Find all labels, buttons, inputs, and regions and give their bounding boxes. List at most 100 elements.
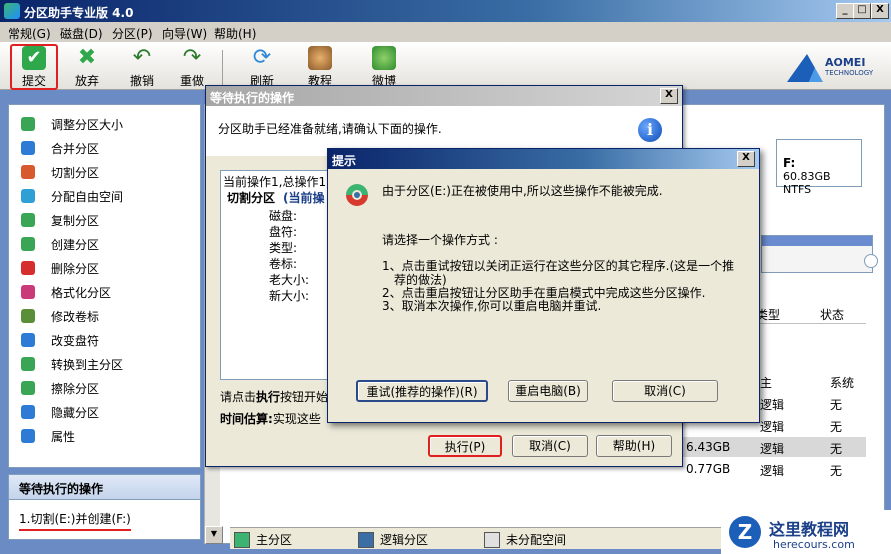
- aomei-logo: AOMEI TECHNOLOGY: [785, 50, 877, 84]
- sidebar-item[interactable]: 改变盘符: [17, 329, 197, 351]
- sidebar-item-label: 创建分区: [51, 238, 100, 252]
- sidebar-item[interactable]: 转换到主分区: [17, 353, 197, 375]
- disk-f-box[interactable]: F: 60.83GB NTFS: [776, 139, 862, 196]
- watermark: Z 这里教程网 herecours.com: [721, 510, 891, 554]
- sidebar-item[interactable]: 修改卷标: [17, 305, 197, 327]
- window-titlebar: 分区助手专业版 4.0 _ □ X: [0, 0, 891, 22]
- sidebar-item-label: 切割分区: [51, 166, 100, 180]
- discard-button[interactable]: ✖ 放弃: [65, 45, 109, 89]
- table-cell-size: 6.43GB: [686, 440, 731, 454]
- table-cell-type: 逻辑: [760, 442, 785, 456]
- logical-swatch: [358, 532, 374, 548]
- sidebar-item-icon: [21, 213, 35, 227]
- table-cell-status: 无: [830, 398, 843, 412]
- sidebar-item-icon: [21, 117, 35, 131]
- weibo-icon: [372, 46, 396, 70]
- menu-wizard[interactable]: 向导(W): [162, 25, 207, 42]
- table-cell-status: 无: [830, 442, 843, 456]
- toolbar: ✔ 提交 ✖ 放弃 ↶ 撤销 ↷ 重做 ⟳ 刷新 教程 微博 AOMEI TEC…: [0, 42, 891, 90]
- weibo-button[interactable]: 微博: [362, 46, 406, 88]
- table-cell-status: 无: [830, 464, 843, 478]
- tutorial-button[interactable]: 教程: [298, 46, 342, 88]
- menu-help[interactable]: 帮助(H): [214, 25, 256, 42]
- x-icon: ✖: [77, 45, 97, 70]
- dialog2-cancel-button[interactable]: 取消(C): [612, 380, 718, 402]
- checkmark-icon: ✔: [22, 46, 46, 70]
- op-field-label: 卷标:: [269, 257, 298, 271]
- sidebar-item[interactable]: 合并分区: [17, 137, 197, 159]
- reboot-button[interactable]: 重启电脑(B): [508, 380, 588, 402]
- sidebar-item-label: 隐藏分区: [51, 406, 100, 420]
- sidebar-item[interactable]: 删除分区: [17, 257, 197, 279]
- resize-handle[interactable]: [864, 254, 878, 268]
- toolbar-separator: [222, 50, 223, 86]
- dialog1-cancel-button[interactable]: 取消(C): [512, 435, 588, 457]
- op-field-label: 老大小:: [269, 273, 310, 287]
- sidebar-item-icon: [21, 309, 35, 323]
- dialog1-titlebar: 等待执行的操作 X: [206, 86, 682, 106]
- watermark-logo-icon: Z: [729, 516, 761, 548]
- sidebar-item[interactable]: 切割分区: [17, 161, 197, 183]
- sidebar-item[interactable]: 隐藏分区: [17, 401, 197, 423]
- menu-disk[interactable]: 磁盘(D): [60, 25, 103, 42]
- pending-item[interactable]: 1.切割(E:)并创建(F:): [19, 510, 131, 531]
- people-icon: [308, 46, 332, 70]
- refresh-button[interactable]: ⟳ 刷新: [240, 45, 284, 89]
- partition-warning-icon: [342, 181, 372, 209]
- sidebar-item-icon: [21, 141, 35, 155]
- scroll-down-arrow[interactable]: ▼: [205, 526, 223, 544]
- sidebar-item-label: 复制分区: [51, 214, 100, 228]
- sidebar-item[interactable]: 擦除分区: [17, 377, 197, 399]
- submit-button[interactable]: ✔ 提交: [10, 44, 58, 90]
- sidebar-item[interactable]: 创建分区: [17, 233, 197, 255]
- dialog1-help-button[interactable]: 帮助(H): [596, 435, 672, 457]
- op-field-label: 磁盘:: [269, 209, 298, 223]
- dialog1-close-button[interactable]: X: [660, 88, 678, 104]
- sidebar-item-label: 格式化分区: [51, 286, 112, 300]
- table-cell-type: 逻辑: [760, 420, 785, 434]
- sidebar-item-label: 调整分区大小: [51, 118, 124, 132]
- retry-button[interactable]: 重试(推荐的操作)(R): [356, 380, 488, 402]
- dialog2-titlebar: 提示 X: [328, 149, 759, 169]
- prompt-dialog: 提示 X 由于分区(E:)正在被使用中,所以这些操作不能被完成. 请选择一个操作…: [327, 148, 760, 423]
- sidebar-item-label: 属性: [51, 430, 76, 444]
- close-button[interactable]: X: [871, 3, 889, 19]
- sidebar-item-icon: [21, 405, 35, 419]
- minimize-button[interactable]: _: [836, 3, 854, 19]
- menu-partition[interactable]: 分区(P): [112, 25, 153, 42]
- unalloc-swatch: [484, 532, 500, 548]
- sidebar-item-icon: [21, 165, 35, 179]
- redo-button[interactable]: ↷ 重做: [170, 46, 214, 89]
- op-field-label: 类型:: [269, 241, 298, 255]
- table-cell-status: 系统: [830, 376, 855, 390]
- undo-button[interactable]: ↶ 撤销: [120, 46, 164, 89]
- sidebar-item[interactable]: 复制分区: [17, 209, 197, 231]
- table-cell-type: 逻辑: [760, 464, 785, 478]
- op-field-label: 盘符:: [269, 225, 298, 239]
- sidebar-item-label: 修改卷标: [51, 310, 100, 324]
- sidebar-item-icon: [21, 285, 35, 299]
- sidebar-item-icon: [21, 333, 35, 347]
- maximize-button[interactable]: □: [853, 3, 871, 19]
- sidebar-item[interactable]: 属性: [17, 425, 197, 447]
- pending-header: 等待执行的操作: [8, 474, 201, 500]
- sidebar-item-icon: [21, 261, 35, 275]
- table-cell-size: 0.77GB: [686, 462, 731, 476]
- sidebar-item-label: 分配自由空间: [51, 190, 124, 204]
- refresh-icon: ⟳: [252, 45, 272, 70]
- op-field-label: 新大小:: [269, 289, 310, 303]
- sidebar-item-icon: [21, 237, 35, 251]
- sidebar-item[interactable]: 格式化分区: [17, 281, 197, 303]
- sidebar-item-label: 擦除分区: [51, 382, 100, 396]
- sidebar-item[interactable]: 分配自由空间: [17, 185, 197, 207]
- primary-swatch: [234, 532, 250, 548]
- sidebar-item-icon: [21, 189, 35, 203]
- dialog2-close-button[interactable]: X: [737, 151, 755, 167]
- execute-button[interactable]: 执行(P): [428, 435, 502, 457]
- menu-bar: 常规(G) 磁盘(D) 分区(P) 向导(W) 帮助(H): [0, 22, 891, 42]
- menu-general[interactable]: 常规(G): [8, 25, 51, 42]
- sidebar-item-label: 合并分区: [51, 142, 100, 156]
- sidebar-item-label: 转换到主分区: [51, 358, 124, 372]
- sidebar-item[interactable]: 调整分区大小: [17, 113, 197, 135]
- disk-bar: [761, 235, 878, 273]
